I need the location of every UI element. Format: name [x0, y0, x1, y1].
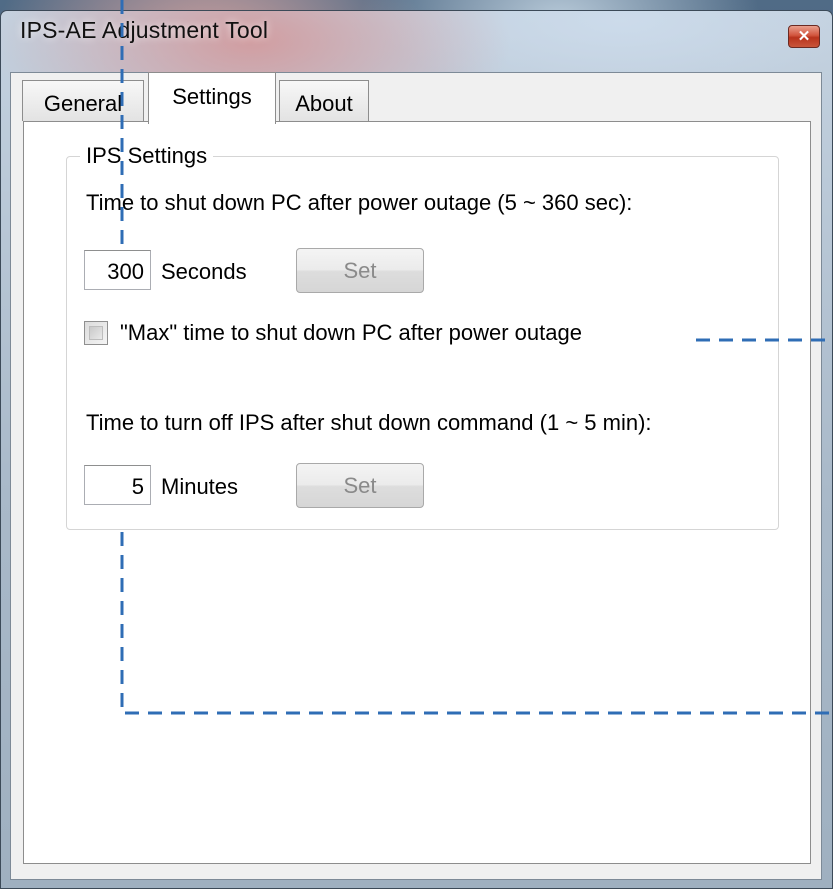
turnoff-minutes-input[interactable]: 5: [84, 465, 151, 505]
close-button[interactable]: ✕: [788, 25, 820, 48]
seconds-unit-label: Seconds: [161, 259, 247, 284]
tab-settings[interactable]: Settings: [148, 72, 276, 124]
tab-about[interactable]: About: [279, 80, 369, 121]
minutes-unit-label: Minutes: [161, 474, 239, 499]
close-icon: ✕: [797, 28, 811, 45]
shutdown-seconds-input[interactable]: 300: [84, 250, 151, 290]
set-shutdown-button[interactable]: Set: [296, 248, 424, 293]
tab-general[interactable]: General: [22, 80, 144, 121]
turnoff-time-label: Time to turn off IPS after shut down com…: [86, 410, 652, 435]
set-turnoff-button[interactable]: Set: [296, 463, 424, 508]
max-time-checkbox[interactable]: [84, 321, 108, 345]
group-title: IPS Settings: [80, 143, 214, 169]
shutdown-time-label: Time to shut down PC after power outage …: [86, 190, 633, 215]
max-time-label[interactable]: "Max" time to shut down PC after power o…: [120, 320, 582, 346]
window-title: IPS-AE Adjustment Tool: [20, 17, 269, 43]
